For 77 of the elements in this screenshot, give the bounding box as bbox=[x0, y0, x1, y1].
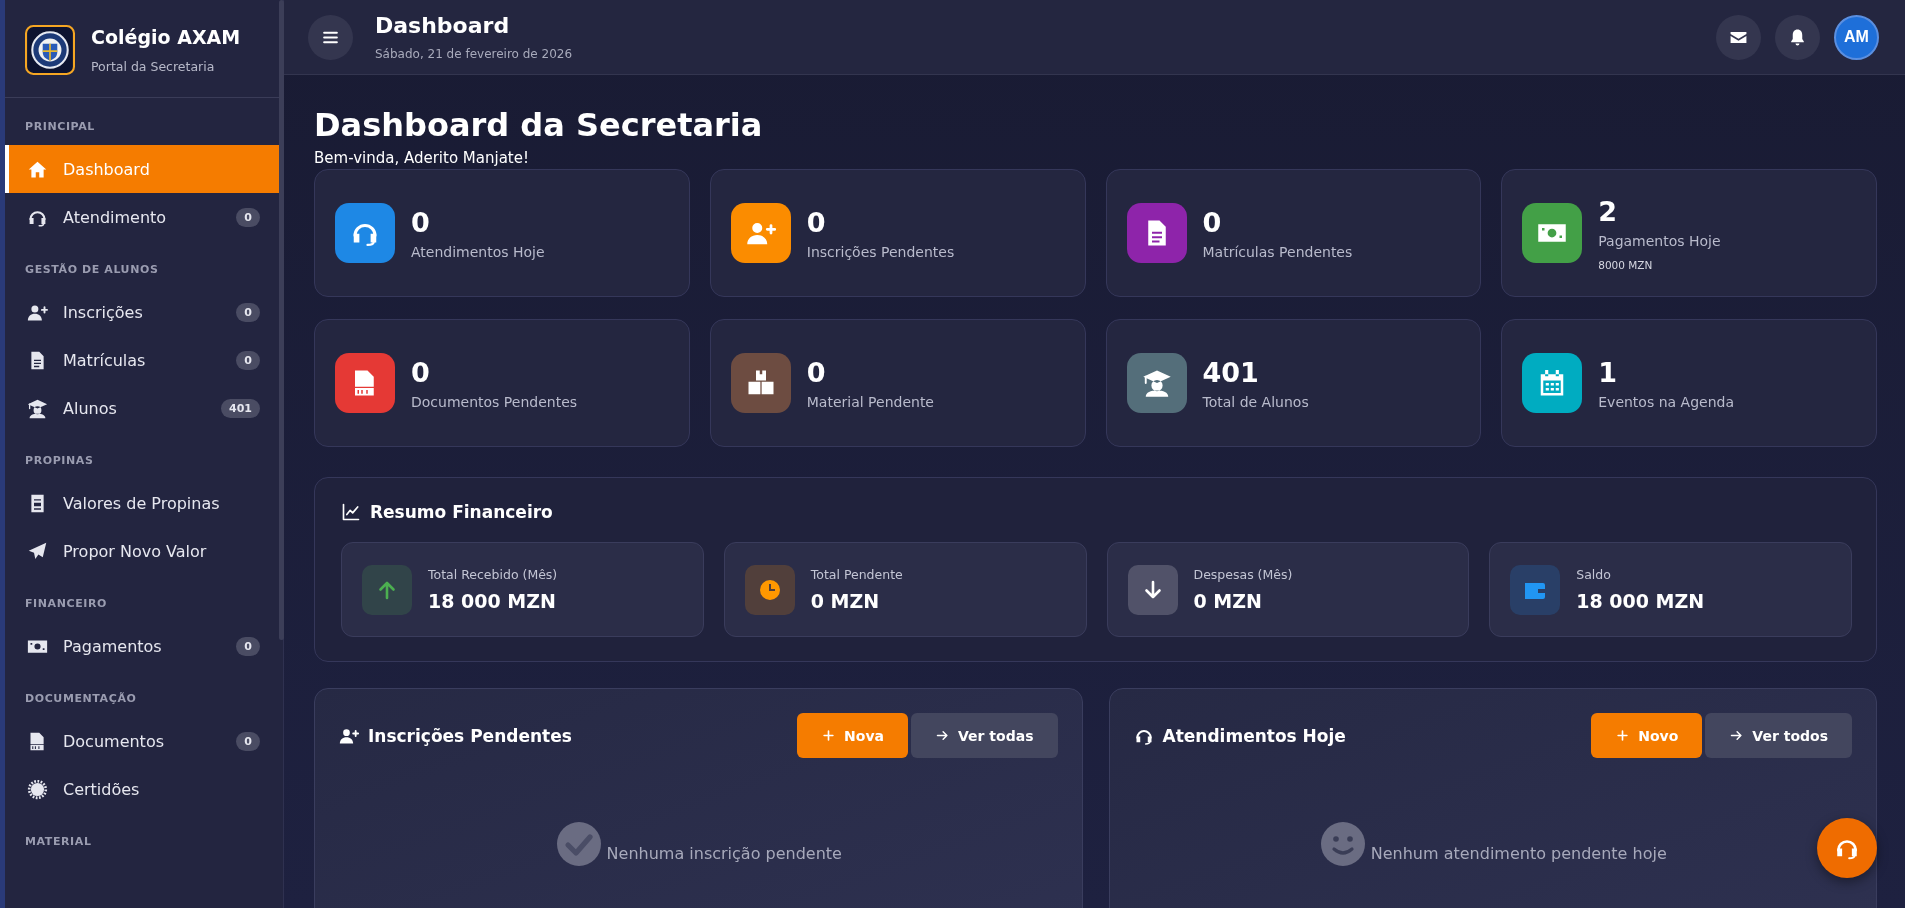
nav-section-title: GESTÃO DE ALUNOS bbox=[24, 262, 160, 278]
count-badge: 0 bbox=[236, 302, 260, 322]
view-all-button[interactable]: Ver todas bbox=[911, 713, 1058, 758]
certificate-icon bbox=[27, 778, 48, 800]
messages-button[interactable] bbox=[1716, 14, 1761, 60]
page-title: Dashboard bbox=[375, 13, 511, 38]
stat-label: Eventos na Agenda bbox=[1598, 394, 1734, 410]
scrollbar[interactable] bbox=[279, 0, 284, 640]
stat-value: 0 bbox=[411, 356, 431, 390]
menu-button[interactable] bbox=[308, 14, 353, 60]
stat-value: 0 bbox=[411, 206, 431, 240]
stat-label: Documentos Pendentes bbox=[411, 394, 578, 410]
finance-value: 0 MZN bbox=[1193, 590, 1263, 612]
school-crest-logo bbox=[25, 25, 75, 75]
stat-value: 0 bbox=[806, 206, 827, 240]
empty-message: Nenhuma inscrição pendente bbox=[606, 843, 842, 863]
school-name: Colégio AXAM bbox=[91, 26, 241, 48]
notifications-button[interactable] bbox=[1775, 14, 1820, 60]
nav-section-title: FINANCEIRO bbox=[24, 596, 109, 612]
stat-value: 1 bbox=[1598, 356, 1619, 390]
nav-item[interactable]: Propor Novo Valor bbox=[5, 527, 280, 575]
line-chart-icon bbox=[341, 502, 361, 522]
nav-item[interactable]: Atendimento 0 bbox=[5, 193, 280, 241]
nav-section-title: PROPINAS bbox=[24, 453, 95, 469]
check-icon bbox=[554, 820, 603, 868]
dashboard-heading: Dashboard da Secretaria bbox=[314, 105, 764, 145]
panel-title: Resumo Financeiro bbox=[370, 502, 553, 522]
finance-label: Total Pendente bbox=[810, 567, 903, 582]
view-all-button[interactable]: Ver todos bbox=[1705, 713, 1852, 758]
finance-label: Despesas (Mês) bbox=[1193, 567, 1293, 582]
panel-title: Inscrições Pendentes bbox=[368, 725, 572, 746]
welcome-message: Bem-vinda, Aderito Manjate! bbox=[314, 149, 530, 167]
arrow-right-icon bbox=[935, 728, 951, 743]
user-avatar[interactable]: AM bbox=[1834, 14, 1879, 60]
finance-label: Total Recebido (Mês) bbox=[428, 567, 558, 582]
count-badge: 0 bbox=[236, 636, 260, 656]
nav-section-title: MATERIAL bbox=[24, 834, 93, 850]
plus-icon bbox=[821, 728, 837, 743]
stat-value: 0 bbox=[806, 356, 827, 390]
nav-item[interactable]: Valores de Propinas bbox=[5, 479, 280, 527]
graduate-icon bbox=[1141, 368, 1172, 398]
stat-label: Atendimentos Hoje bbox=[411, 244, 545, 260]
stat-note: 8000 MZN bbox=[1598, 259, 1654, 271]
stat-label: Inscrições Pendentes bbox=[806, 244, 955, 260]
finance-label: Saldo bbox=[1576, 567, 1612, 582]
nav-section-title: PRINCIPAL bbox=[24, 119, 96, 135]
plane-icon bbox=[27, 540, 48, 562]
arrow-right-icon bbox=[1729, 728, 1745, 743]
panel-title: Atendimentos Hoje bbox=[1162, 725, 1346, 746]
stat-label: Material Pendente bbox=[806, 394, 934, 410]
nav-item[interactable]: Alunos 401 bbox=[5, 384, 280, 432]
count-badge: 0 bbox=[236, 207, 260, 227]
stat-label: Pagamentos Hoje bbox=[1598, 233, 1721, 249]
bell-icon bbox=[1788, 27, 1807, 47]
finance-value: 18 000 MZN bbox=[428, 590, 557, 612]
nav-item[interactable]: Documentos 0 bbox=[5, 717, 280, 765]
graduate-icon bbox=[27, 397, 48, 419]
smiley-icon bbox=[1318, 820, 1367, 868]
count-badge: 0 bbox=[236, 731, 260, 751]
count-badge: 0 bbox=[236, 350, 260, 370]
nav-item[interactable]: Inscrições 0 bbox=[5, 288, 280, 336]
nav-item[interactable]: Pagamentos 0 bbox=[5, 622, 280, 670]
nav-section-title: DOCUMENTAÇÃO bbox=[24, 691, 138, 707]
stat-label: Matrículas Pendentes bbox=[1202, 244, 1353, 260]
finance-value: 18 000 MZN bbox=[1576, 590, 1705, 612]
stat-label: Total de Alunos bbox=[1202, 394, 1309, 410]
stat-value: 401 bbox=[1202, 356, 1260, 390]
nav-item[interactable]: Certidões bbox=[5, 765, 280, 813]
stat-value: 2 bbox=[1598, 195, 1619, 229]
finance-value: 0 MZN bbox=[810, 590, 881, 612]
empty-message: Nenhum atendimento pendente hoje bbox=[1370, 843, 1667, 863]
stat-value: 0 bbox=[1202, 206, 1223, 240]
current-date: Sábado, 21 de fevereiro de 2026 bbox=[375, 47, 573, 61]
nav-item[interactable]: Matrículas 0 bbox=[5, 336, 280, 384]
plus-icon bbox=[1615, 728, 1631, 743]
count-badge: 401 bbox=[221, 398, 260, 418]
portal-subtitle: Portal da Secretaria bbox=[91, 59, 216, 74]
